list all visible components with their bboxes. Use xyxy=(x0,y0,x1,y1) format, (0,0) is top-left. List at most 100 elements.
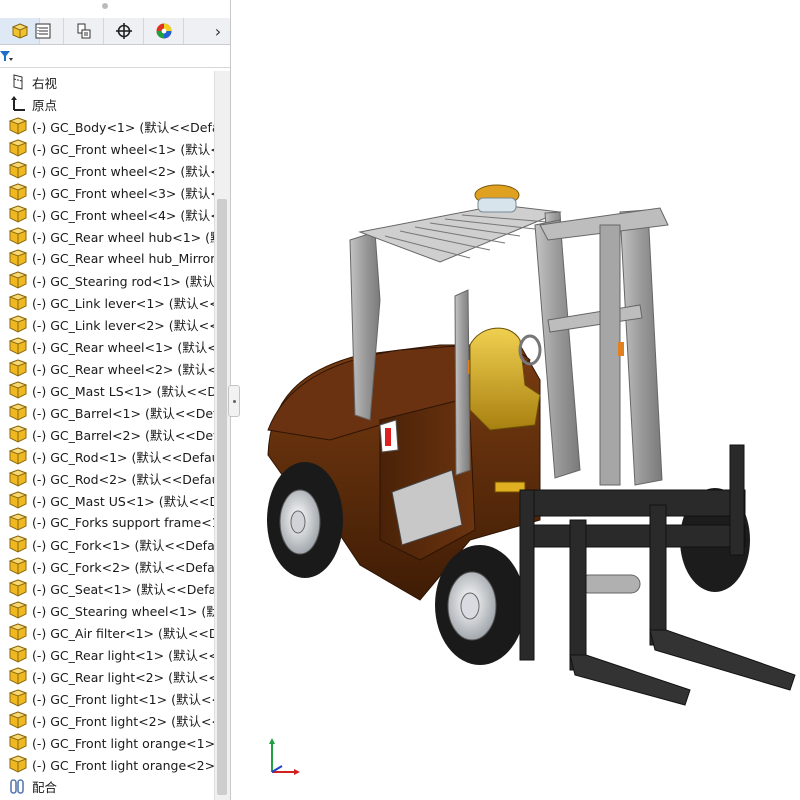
tree-scrollbar-thumb[interactable] xyxy=(217,199,227,795)
tree-item[interactable]: (-) GC_Front wheel<4> (默认<De xyxy=(0,203,214,225)
fork-left xyxy=(569,654,691,706)
part-icon xyxy=(8,227,28,245)
tree-item[interactable]: (-) GC_Fork<2> (默认<<Default xyxy=(0,555,214,577)
tab-property-manager[interactable] xyxy=(22,18,64,44)
tree-item-label: (-) GC_Stearing wheel<1> (默认 xyxy=(32,603,214,619)
part-icon xyxy=(8,535,28,553)
tree-item-label: (-) GC_Fork<2> (默认<<Default xyxy=(32,559,214,575)
tab-dimxpert-manager[interactable] xyxy=(104,18,144,44)
tree-item-label: (-) GC_Front light orange<2> (默 xyxy=(32,757,214,773)
dimxpert-icon xyxy=(115,23,132,39)
part-icon xyxy=(8,469,28,487)
tree-item-label: (-) GC_Rear light<2> (默认<<De xyxy=(32,669,214,685)
tree-item-label: (-) GC_Forks support frame<1> xyxy=(32,514,214,530)
tree-item-label: (-) GC_Mast US<1> (默认<<Def xyxy=(32,493,214,509)
tree-item-label: (-) GC_Front light<2> (默认<<D xyxy=(32,713,214,729)
view-orientation-triad-icon xyxy=(269,738,300,775)
tree-item[interactable]: (-) GC_Mast US<1> (默认<<Def xyxy=(0,489,214,511)
rear-wheel-cap xyxy=(290,510,306,534)
tree-item-label: (-) GC_Body<1> (默认<<Default xyxy=(32,119,214,135)
tree-item-label: (-) GC_Rear wheel<1> (默认<<De xyxy=(32,339,214,355)
tree-item[interactable]: (-) GC_Rear light<1> (默认<<De xyxy=(0,643,214,665)
front-axle xyxy=(579,574,641,594)
tree-filter-row xyxy=(0,45,230,68)
tree-item-label: (-) GC_Rod<1> (默认<<Default: xyxy=(32,449,214,465)
tree-item-label: (-) GC_Front wheel<3> (默认<De xyxy=(32,185,214,201)
tree-item[interactable]: (-) GC_Rear wheel hub<1> (默认 xyxy=(0,225,214,247)
tree-item-label: (-) GC_Barrel<1> (默认<<Defau xyxy=(32,405,214,421)
part-icon xyxy=(8,623,28,641)
tree-item[interactable]: (-) GC_Front wheel<2> (默认<De xyxy=(0,159,214,181)
graphics-viewport[interactable] xyxy=(240,0,800,800)
tree-item-label: (-) GC_Front wheel<4> (默认<De xyxy=(32,207,214,223)
tree-item-label: (-) GC_Link lever<2> (默认<<De xyxy=(32,317,214,333)
tree-item[interactable]: (-) GC_Rear wheel hub_Mirror1 xyxy=(0,247,214,269)
part-icon xyxy=(8,403,28,421)
configuration-manager-icon xyxy=(77,23,90,39)
tree-item[interactable]: (-) GC_Front light<2> (默认<<D xyxy=(0,709,214,731)
tree-item[interactable]: 配合 xyxy=(0,775,214,797)
mast xyxy=(534,207,669,486)
tree-item[interactable]: (-) GC_Stearing wheel<1> (默认 xyxy=(0,599,214,621)
tree-item[interactable]: (-) GC_Body<1> (默认<<Default xyxy=(0,115,214,137)
tree-item-label: (-) GC_Rear wheel hub<1> (默认 xyxy=(32,229,214,245)
tree-item[interactable]: (-) GC_Front wheel<3> (默认<De xyxy=(0,181,214,203)
tree-item[interactable]: (-) GC_Forks support frame<1> xyxy=(0,511,214,533)
tree-item[interactable]: 右视 xyxy=(0,71,214,93)
tab-display-manager[interactable] xyxy=(144,18,184,44)
filter-icon[interactable] xyxy=(0,49,14,63)
display-manager-icon xyxy=(156,23,171,39)
forklift-model[interactable] xyxy=(267,184,796,706)
tree-item[interactable]: (-) GC_Barrel<1> (默认<<Defau xyxy=(0,401,214,423)
tree-item[interactable]: (-) GC_Front light orange<2> (默 xyxy=(0,753,214,775)
tree-item-label: (-) GC_Front wheel<2> (默认<De xyxy=(32,163,214,179)
origin-icon xyxy=(8,95,28,113)
tree-item[interactable]: (-) GC_Link lever<2> (默认<<De xyxy=(0,313,214,335)
part-icon xyxy=(8,513,28,531)
plane-icon xyxy=(8,73,28,91)
tree-item[interactable]: (-) GC_Seat<1> (默认<<Default xyxy=(0,577,214,599)
tree-item[interactable]: (-) GC_Rod<1> (默认<<Default: xyxy=(0,445,214,467)
part-icon xyxy=(8,579,28,597)
tree-item[interactable]: (-) GC_Rear wheel<1> (默认<<De xyxy=(0,335,214,357)
tree-item[interactable]: (-) GC_Barrel<2> (默认<<Defau xyxy=(0,423,214,445)
part-icon xyxy=(8,557,28,575)
part-icon xyxy=(8,645,28,663)
tree-item-label: (-) GC_Rear light<1> (默认<<De xyxy=(32,647,214,663)
tree-item[interactable]: (-) GC_Rear light<2> (默认<<De xyxy=(0,665,214,687)
tree-item[interactable]: (-) GC_Link lever<1> (默认<<De xyxy=(0,291,214,313)
tree-item-label: (-) GC_Rear wheel hub_Mirror1 xyxy=(32,250,214,266)
part-icon xyxy=(8,161,28,179)
tree-item[interactable]: 原点 xyxy=(0,93,214,115)
part-icon xyxy=(8,667,28,685)
tree-item[interactable]: (-) GC_Air filter<1> (默认<<Defa xyxy=(0,621,214,643)
tree-item[interactable]: (-) GC_Fork<1> (默认<<Default xyxy=(0,533,214,555)
tree-item[interactable]: (-) GC_Rear wheel<2> (默认<<De xyxy=(0,357,214,379)
tree-item[interactable]: (-) GC_Front wheel<1> (默认<<De xyxy=(0,137,214,159)
tree-item-label: (-) GC_Mast LS<1> (默认<<Defa xyxy=(32,383,214,399)
part-icon xyxy=(8,337,28,355)
part-icon xyxy=(8,293,28,311)
panel-tab-bar: › xyxy=(0,18,230,45)
fork-right xyxy=(649,629,796,691)
tree-item[interactable]: (-) GC_Rod<2> (默认<<Default: xyxy=(0,467,214,489)
panel-grip-dot[interactable] xyxy=(102,3,108,9)
tree-item[interactable]: (-) GC_Stearing rod<1> (默认< xyxy=(0,269,214,291)
panel-splitter-handle[interactable] xyxy=(228,385,240,417)
tree-item[interactable]: (-) GC_Front light<1> (默认<<D xyxy=(0,687,214,709)
part-icon xyxy=(8,711,28,729)
tree-item-label: (-) GC_Front light<1> (默认<<D xyxy=(32,691,214,707)
part-icon xyxy=(8,205,28,223)
tree-item-label: (-) GC_Air filter<1> (默认<<Defa xyxy=(32,625,214,641)
part-icon xyxy=(8,601,28,619)
tree-item-label: (-) GC_Stearing rod<1> (默认< xyxy=(32,273,214,289)
tree-item-label: (-) GC_Seat<1> (默认<<Default xyxy=(32,581,214,597)
tab-scroll-right-button[interactable]: › xyxy=(210,18,226,44)
tree-item[interactable]: (-) GC_Front light orange<1> (默 xyxy=(0,731,214,753)
tree-vertical-scrollbar[interactable] xyxy=(214,71,230,800)
part-icon xyxy=(8,359,28,377)
part-icon xyxy=(8,733,28,751)
tree-item[interactable]: (-) GC_Mast LS<1> (默认<<Defa xyxy=(0,379,214,401)
tab-configuration-manager[interactable] xyxy=(64,18,104,44)
tree-item-label: (-) GC_Link lever<1> (默认<<De xyxy=(32,295,214,311)
